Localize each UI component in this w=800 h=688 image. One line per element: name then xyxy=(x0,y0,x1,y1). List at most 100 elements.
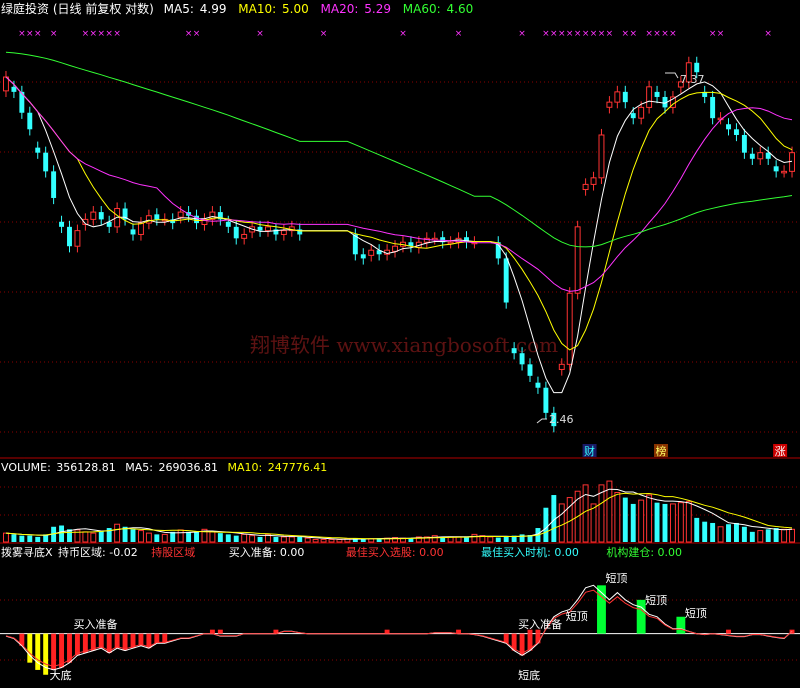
volume-bar-down[interactable] xyxy=(630,503,636,542)
volume-bar-down[interactable] xyxy=(194,531,199,542)
volume-bar-up[interactable] xyxy=(280,536,287,543)
volume-bar-down[interactable] xyxy=(495,537,501,542)
candle-up[interactable] xyxy=(781,170,788,174)
volume-bar-up[interactable] xyxy=(137,530,144,543)
candle-up[interactable] xyxy=(558,363,565,370)
candle-up[interactable] xyxy=(90,211,97,220)
volume-bar-down[interactable] xyxy=(765,529,771,542)
hold-stock-bar[interactable] xyxy=(74,633,80,656)
candle-up[interactable] xyxy=(582,183,589,191)
candle-down[interactable] xyxy=(622,91,628,103)
volume-bar-down[interactable] xyxy=(702,521,708,542)
hold-stock-bar[interactable] xyxy=(138,633,144,646)
candle-down[interactable] xyxy=(35,147,41,153)
candle-down[interactable] xyxy=(511,348,517,354)
volume-bar-up[interactable] xyxy=(558,503,565,543)
candle-up[interactable] xyxy=(392,245,398,252)
volume-bar-up[interactable] xyxy=(161,533,168,543)
volume-bar-up[interactable] xyxy=(114,523,121,543)
volume-bar-down[interactable] xyxy=(11,534,17,542)
volume-bar-up[interactable] xyxy=(590,503,597,543)
candle-up[interactable] xyxy=(265,226,271,232)
volume-bar-down[interactable] xyxy=(733,522,739,542)
volume-bar-up[interactable] xyxy=(177,529,184,543)
volume-bar-down[interactable] xyxy=(726,524,731,542)
candle-up[interactable] xyxy=(280,230,287,235)
chart-canvas[interactable]: 绿庭投资 (日线 前复权 对数) MA5: 4.99 MA10: 5.00 MA… xyxy=(0,0,800,684)
candle-up[interactable] xyxy=(177,211,184,218)
volume-bar-down[interactable] xyxy=(464,536,469,542)
volume-bar-down[interactable] xyxy=(130,529,136,542)
candle-down[interactable] xyxy=(130,229,136,235)
volume-bar-down[interactable] xyxy=(98,530,104,542)
candle-up[interactable] xyxy=(638,106,645,119)
candle-up[interactable] xyxy=(137,222,144,235)
volume-bar-up[interactable] xyxy=(638,499,645,543)
volume-bar-down[interactable] xyxy=(654,502,660,542)
candle-down[interactable] xyxy=(749,153,755,159)
hold-stock-bar[interactable] xyxy=(154,633,160,644)
candle-down[interactable] xyxy=(630,113,636,119)
volume-bar-up[interactable] xyxy=(582,484,589,543)
volume-bar-down[interactable] xyxy=(622,497,628,542)
volume-bar-up[interactable] xyxy=(717,526,724,543)
volume-bar-down[interactable] xyxy=(257,536,263,542)
volume-bar-down[interactable] xyxy=(225,534,231,542)
candle-down[interactable] xyxy=(710,96,716,119)
volume-bar-down[interactable] xyxy=(59,525,65,543)
candle-down[interactable] xyxy=(225,221,231,227)
candle-down[interactable] xyxy=(741,134,747,153)
candle-down[interactable] xyxy=(654,91,660,97)
candle-up[interactable] xyxy=(574,226,581,294)
volume-bar-up[interactable] xyxy=(3,532,9,543)
candle-down[interactable] xyxy=(11,86,17,92)
volume-bar-up[interactable] xyxy=(781,528,788,543)
volume-bar-up[interactable] xyxy=(249,535,256,543)
candle-down[interactable] xyxy=(257,226,263,231)
candle-up[interactable] xyxy=(606,101,613,108)
volume-bar-up[interactable] xyxy=(145,532,152,543)
volume-bar-down[interactable] xyxy=(273,536,279,542)
candle-down[interactable] xyxy=(59,221,65,227)
hold-stock-bar[interactable] xyxy=(98,633,104,649)
volume-bar-down[interactable] xyxy=(710,522,716,542)
candle-up[interactable] xyxy=(646,86,653,108)
candle-down[interactable] xyxy=(98,212,104,220)
volume-bar-up[interactable] xyxy=(685,500,692,543)
hold-stock-bar[interactable] xyxy=(59,633,65,668)
candle-up[interactable] xyxy=(368,249,375,256)
volume-bar-up[interactable] xyxy=(471,533,478,543)
volume-bar-up[interactable] xyxy=(614,492,621,543)
candle-down[interactable] xyxy=(360,254,366,259)
volume-bar-up[interactable] xyxy=(209,531,216,543)
big-bottom-bar[interactable] xyxy=(35,633,41,670)
volume-bar-down[interactable] xyxy=(543,507,549,542)
volume-bar-up[interactable] xyxy=(241,533,248,543)
candle-down[interactable] xyxy=(154,214,160,220)
volume-bar-up[interactable] xyxy=(312,538,319,543)
hold-stock-bar[interactable] xyxy=(51,633,57,670)
candle-up[interactable] xyxy=(614,91,621,103)
candle-down[interactable] xyxy=(527,364,533,376)
candle-down[interactable] xyxy=(726,124,731,130)
volume-bar-down[interactable] xyxy=(19,535,25,542)
candle-down[interactable] xyxy=(519,353,525,365)
candle-down[interactable] xyxy=(503,258,509,303)
candle-down[interactable] xyxy=(233,226,239,239)
volume-bar-down[interactable] xyxy=(27,535,33,542)
big-bottom-bar[interactable] xyxy=(27,633,33,663)
volume-bar-up[interactable] xyxy=(82,531,89,543)
volume-bar-down[interactable] xyxy=(233,535,239,542)
hold-stock-bar[interactable] xyxy=(82,633,88,653)
volume-bar-up[interactable] xyxy=(320,538,327,543)
volume-bar-down[interactable] xyxy=(773,528,779,542)
volume-bar-up[interactable] xyxy=(90,532,97,543)
volume-bar-up[interactable] xyxy=(288,536,295,543)
volume-bar-up[interactable] xyxy=(669,503,676,543)
candle-down[interactable] xyxy=(694,62,700,73)
volume-bar-up[interactable] xyxy=(757,530,764,543)
volume-bar-down[interactable] xyxy=(297,536,303,542)
candle-up[interactable] xyxy=(598,134,605,179)
volume-bar-up[interactable] xyxy=(646,494,653,543)
candle-up[interactable] xyxy=(757,152,764,160)
